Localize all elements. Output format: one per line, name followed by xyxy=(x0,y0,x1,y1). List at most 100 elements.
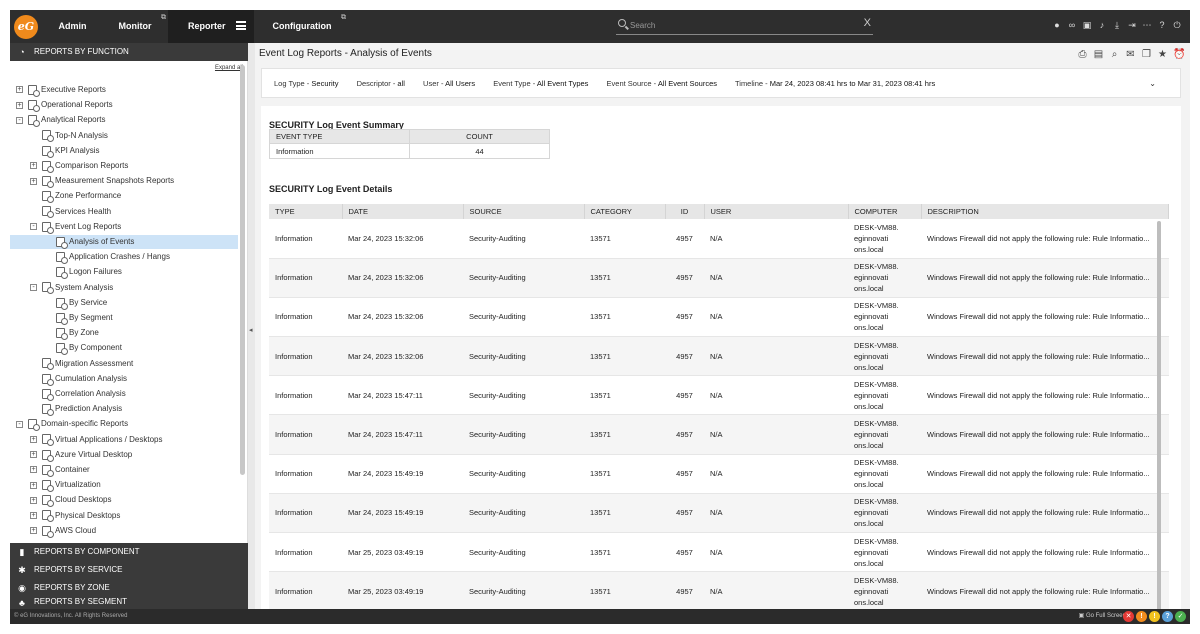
tree-item[interactable]: By Segment xyxy=(44,311,113,325)
expand-icon[interactable]: + xyxy=(30,451,37,459)
collapse-icon[interactable]: - xyxy=(16,116,23,124)
tree-item[interactable]: + Virtualization xyxy=(30,478,101,493)
clear-search-icon[interactable]: X xyxy=(864,17,871,29)
tree-item[interactable]: Prediction Analysis xyxy=(30,402,122,417)
tree-item[interactable]: + AWS Cloud xyxy=(30,524,96,538)
section-reports-by-service[interactable]: ✱ REPORTS BY SERVICE xyxy=(10,561,248,579)
user-icon[interactable]: ● xyxy=(1052,20,1062,34)
expand-icon[interactable]: + xyxy=(30,177,37,185)
tab-configuration[interactable]: Configuration xyxy=(254,10,350,43)
hamburger-menu-icon[interactable] xyxy=(236,21,246,30)
eg-logo[interactable]: eG xyxy=(14,15,38,39)
tree-item[interactable]: + Physical Desktops xyxy=(30,509,120,523)
download-icon[interactable]: ⤓ xyxy=(1112,20,1122,34)
tree-item[interactable]: Zone Performance xyxy=(30,189,121,204)
external-link-icon[interactable]: ⧉ xyxy=(161,14,166,22)
expand-icon[interactable]: + xyxy=(30,481,37,489)
table-row[interactable]: Information Mar 24, 2023 15:32:06 Security… xyxy=(269,297,1169,338)
tree-item[interactable]: By Zone xyxy=(44,326,99,341)
column-header[interactable]: CATEGORY xyxy=(584,204,666,219)
expand-all-link[interactable]: Expand all xyxy=(215,65,243,71)
logout-icon[interactable]: ⇥ xyxy=(1127,20,1137,34)
help-icon[interactable]: ? xyxy=(1157,20,1167,34)
tree-item[interactable]: Analysis of Events xyxy=(10,235,238,249)
table-row[interactable]: Information Mar 24, 2023 15:32:06 Security… xyxy=(269,336,1169,377)
tree-item[interactable]: + Executive Reports xyxy=(16,83,106,97)
table-row[interactable]: Information Mar 25, 2023 03:49:19 Security… xyxy=(269,532,1169,573)
more-icon[interactable]: ⋯ xyxy=(1142,20,1152,34)
column-header[interactable]: USER xyxy=(704,204,849,219)
tree-item[interactable]: + Comparison Reports xyxy=(30,159,128,173)
table-row[interactable]: Information Mar 24, 2023 15:32:06 Security… xyxy=(269,219,1169,259)
expand-icon[interactable]: + xyxy=(30,466,37,474)
tree-item[interactable]: + Operational Reports xyxy=(16,98,113,113)
export-excel-icon[interactable]: ▤ xyxy=(1093,49,1104,60)
table-row[interactable]: Information Mar 24, 2023 15:49:19 Security… xyxy=(269,454,1169,494)
major-status-icon[interactable]: ! xyxy=(1136,611,1147,622)
column-header[interactable]: SOURCE xyxy=(463,204,585,219)
expand-icon[interactable]: + xyxy=(16,86,23,94)
column-header[interactable]: DATE xyxy=(342,204,464,219)
link-icon[interactable]: ∞ xyxy=(1067,20,1077,34)
collapse-arrow-icon[interactable]: ◂ xyxy=(249,326,253,334)
external-link-icon[interactable]: ⧉ xyxy=(341,14,346,22)
tree-item[interactable]: + Container xyxy=(30,463,90,477)
preview-icon[interactable]: ⌕ xyxy=(1109,49,1120,60)
schedule-icon[interactable]: ⏰ xyxy=(1173,49,1185,60)
details-scrollbar[interactable] xyxy=(1157,221,1161,609)
tree-item[interactable]: Application Crashes / Hangs xyxy=(44,250,170,265)
tree-item[interactable]: By Service xyxy=(44,296,107,310)
tree-item[interactable]: - System Analysis xyxy=(30,281,113,295)
expand-icon[interactable]: + xyxy=(30,527,37,535)
table-row[interactable]: Information Mar 25, 2023 03:49:19 Security… xyxy=(269,571,1169,609)
tree-item[interactable]: + Virtual Applications / Desktops xyxy=(30,433,162,447)
collapse-icon[interactable]: - xyxy=(30,223,37,231)
tab-admin[interactable]: Admin xyxy=(43,10,102,43)
search-input[interactable] xyxy=(630,19,850,32)
normal-status-icon[interactable]: ✓ xyxy=(1175,611,1186,622)
expand-icon[interactable]: + xyxy=(30,496,37,504)
column-header[interactable]: ID xyxy=(665,204,705,219)
tree-item[interactable]: Cumulation Analysis xyxy=(30,372,127,386)
chevron-down-icon[interactable]: ⌄ xyxy=(1149,69,1156,99)
unknown-status-icon[interactable]: ? xyxy=(1162,611,1173,622)
power-icon[interactable]: ⏻ xyxy=(1172,20,1182,34)
export-pdf-icon[interactable]: ⎙ xyxy=(1077,49,1088,60)
section-reports-by-function[interactable]: ◔ REPORTS BY FUNCTION xyxy=(10,43,248,61)
expand-icon[interactable]: + xyxy=(30,511,37,519)
table-row[interactable]: Information Mar 24, 2023 15:32:06 Security… xyxy=(269,258,1169,298)
tree-item[interactable]: - Event Log Reports xyxy=(30,220,121,234)
tree-item[interactable]: KPI Analysis xyxy=(30,144,99,158)
section-reports-by-component[interactable]: ▮ REPORTS BY COMPONENT xyxy=(10,543,248,561)
tree-item[interactable]: By Component xyxy=(44,341,122,356)
collapse-icon[interactable]: - xyxy=(30,283,37,291)
column-header[interactable]: DESCRIPTION xyxy=(921,204,1169,219)
expand-icon[interactable]: + xyxy=(30,162,37,170)
tree-item[interactable]: + Cloud Desktops xyxy=(30,493,111,508)
minor-status-icon[interactable]: ! xyxy=(1149,611,1160,622)
tree-item[interactable]: + Measurement Snapshots Reports xyxy=(30,174,174,189)
table-row[interactable]: Information Mar 24, 2023 15:47:11 Security… xyxy=(269,414,1169,455)
tree-item[interactable]: Migration Assessment xyxy=(30,357,133,371)
column-header[interactable]: TYPE xyxy=(269,204,343,219)
tree-item[interactable]: Services Health xyxy=(30,205,111,219)
expand-icon[interactable]: + xyxy=(16,101,23,109)
collapse-icon[interactable]: - xyxy=(16,420,23,428)
sidebar-collapse-handle[interactable]: ◂ xyxy=(248,43,255,609)
favorite-icon[interactable]: ★ xyxy=(1157,49,1168,60)
copy-icon[interactable]: ❐ xyxy=(1141,49,1152,60)
table-row[interactable]: Information Mar 24, 2023 15:47:11 Security… xyxy=(269,375,1169,416)
tree-item[interactable]: + Azure Virtual Desktop xyxy=(30,448,132,462)
bell-icon[interactable]: ♪ xyxy=(1097,20,1107,34)
filter-summary-bar[interactable]: Log Type - Security Descriptor - all Use… xyxy=(261,68,1181,98)
tree-item[interactable]: - Analytical Reports xyxy=(16,113,105,128)
section-reports-by-segment[interactable]: ♣ REPORTS BY SEGMENT xyxy=(10,597,248,609)
image-icon[interactable]: ▣ xyxy=(1082,20,1092,34)
tab-monitor[interactable]: Monitor xyxy=(102,10,168,43)
tree-item[interactable]: Top-N Analysis xyxy=(30,129,108,143)
critical-status-icon[interactable]: ✕ xyxy=(1123,611,1134,622)
tree-item[interactable]: Logon Failures xyxy=(44,265,122,280)
tree-scrollbar[interactable] xyxy=(240,65,245,475)
column-header[interactable]: COMPUTER xyxy=(848,204,922,219)
mail-icon[interactable]: ✉ xyxy=(1125,49,1136,60)
